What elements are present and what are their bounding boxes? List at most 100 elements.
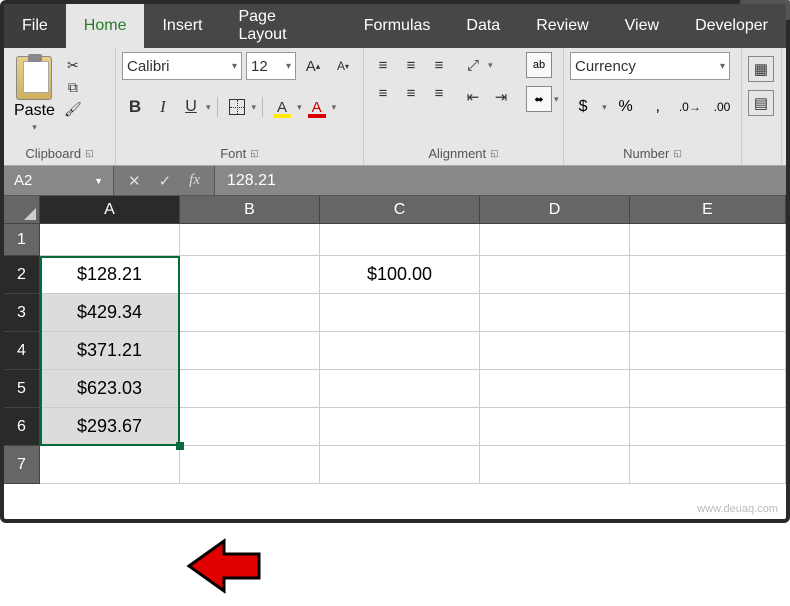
cell[interactable]: $100.00 — [320, 256, 480, 294]
decrease-decimal-button[interactable]: .00 — [709, 94, 735, 120]
bold-button[interactable]: B — [122, 94, 148, 120]
cell[interactable]: $128.21 — [40, 256, 180, 294]
cell[interactable] — [480, 408, 630, 446]
increase-decimal-button[interactable]: .0→ — [677, 94, 703, 120]
cell[interactable] — [480, 256, 630, 294]
cell[interactable] — [320, 446, 480, 484]
cell[interactable] — [480, 446, 630, 484]
percent-format-button[interactable]: % — [613, 94, 639, 120]
font-name-combo[interactable]: Calibri▾ — [122, 52, 242, 80]
tab-page-layout[interactable]: Page Layout — [220, 4, 345, 48]
tab-file[interactable]: File — [4, 4, 66, 48]
align-bottom-icon[interactable]: ≡ — [426, 52, 452, 78]
row-header-6[interactable]: 6 — [4, 408, 40, 446]
increase-indent-icon[interactable]: ⇥ — [488, 84, 514, 110]
col-header-a[interactable]: A — [40, 196, 180, 224]
comma-format-button[interactable]: , — [645, 94, 671, 120]
format-painter-icon[interactable]: 🖌 — [63, 100, 83, 118]
cut-icon[interactable]: ✂ — [63, 56, 83, 74]
cell[interactable] — [180, 224, 320, 256]
cell[interactable] — [320, 332, 480, 370]
align-center-icon[interactable]: ≡ — [398, 80, 424, 106]
cell[interactable] — [630, 408, 786, 446]
formula-input[interactable]: 128.21 — [214, 166, 786, 195]
borders-button[interactable] — [224, 94, 250, 120]
tab-insert[interactable]: Insert — [144, 4, 220, 48]
paste-button[interactable]: Paste ▾ — [10, 52, 59, 137]
tab-review[interactable]: Review — [518, 4, 606, 48]
cell[interactable] — [630, 224, 786, 256]
cell[interactable]: $623.03 — [40, 370, 180, 408]
conditional-formatting-icon[interactable]: ▦ — [748, 56, 774, 82]
cell[interactable]: $371.21 — [40, 332, 180, 370]
font-size-combo[interactable]: 12▾ — [246, 52, 296, 80]
decrease-font-icon[interactable]: A▾ — [330, 53, 356, 79]
row-header-2[interactable]: 2 — [4, 256, 40, 294]
cell[interactable] — [630, 294, 786, 332]
cell[interactable] — [480, 294, 630, 332]
col-header-e[interactable]: E — [630, 196, 786, 224]
cell[interactable] — [320, 294, 480, 332]
decrease-indent-icon[interactable]: ⇤ — [460, 84, 486, 110]
tab-data[interactable]: Data — [448, 4, 518, 48]
align-right-icon[interactable]: ≡ — [426, 80, 452, 106]
cell[interactable] — [180, 294, 320, 332]
tab-developer[interactable]: Developer — [677, 4, 786, 48]
row-header-4[interactable]: 4 — [4, 332, 40, 370]
enter-formula-icon[interactable]: ✓ — [159, 172, 172, 190]
align-middle-icon[interactable]: ≡ — [398, 52, 424, 78]
tab-view[interactable]: View — [607, 4, 677, 48]
format-table-icon[interactable]: ▤ — [748, 90, 774, 116]
row-header-3[interactable]: 3 — [4, 294, 40, 332]
cell[interactable] — [480, 332, 630, 370]
cell[interactable] — [480, 370, 630, 408]
cell[interactable] — [180, 446, 320, 484]
alignment-launcher-icon[interactable]: ◱ — [490, 148, 499, 159]
cancel-formula-icon[interactable]: ✕ — [128, 172, 141, 190]
font-launcher-icon[interactable]: ◱ — [250, 148, 259, 159]
orientation-icon[interactable]: ⤢ — [460, 52, 486, 78]
fill-handle[interactable] — [176, 442, 184, 450]
cell[interactable] — [40, 446, 180, 484]
cell[interactable] — [40, 224, 180, 256]
col-header-b[interactable]: B — [180, 196, 320, 224]
cell[interactable]: $429.34 — [40, 294, 180, 332]
tab-formulas[interactable]: Formulas — [346, 4, 449, 48]
row-header-1[interactable]: 1 — [4, 224, 40, 256]
cell[interactable] — [630, 370, 786, 408]
cell[interactable] — [630, 332, 786, 370]
select-all-corner[interactable] — [4, 196, 40, 224]
fx-icon[interactable]: fx — [189, 172, 200, 189]
number-format-combo[interactable]: Currency▾ — [570, 52, 730, 80]
cell[interactable] — [630, 256, 786, 294]
col-header-d[interactable]: D — [480, 196, 630, 224]
col-header-c[interactable]: C — [320, 196, 480, 224]
cell[interactable] — [180, 370, 320, 408]
underline-button[interactable]: U — [178, 94, 204, 120]
cell[interactable] — [180, 332, 320, 370]
name-box[interactable]: A2▼ — [4, 166, 114, 195]
fill-color-button[interactable]: A — [269, 94, 295, 120]
row-header-7[interactable]: 7 — [4, 446, 40, 484]
number-launcher-icon[interactable]: ◱ — [673, 148, 682, 159]
cell[interactable] — [320, 408, 480, 446]
cell[interactable]: $293.67 — [40, 408, 180, 446]
font-color-button[interactable]: A — [304, 94, 330, 120]
align-left-icon[interactable]: ≡ — [370, 80, 396, 106]
row-header-5[interactable]: 5 — [4, 370, 40, 408]
copy-icon[interactable]: ⧉ — [63, 78, 83, 96]
cell[interactable] — [630, 446, 786, 484]
cell[interactable] — [320, 370, 480, 408]
spreadsheet-grid[interactable]: A B C D E 1 2 $128.21 $100.00 3 $429.34 4… — [4, 196, 786, 484]
cell[interactable] — [180, 256, 320, 294]
cell[interactable] — [180, 408, 320, 446]
wrap-text-button[interactable]: ab — [526, 52, 552, 78]
accounting-format-button[interactable]: $ — [570, 94, 596, 120]
cell[interactable] — [320, 224, 480, 256]
merge-center-button[interactable]: ⬌ — [526, 86, 552, 112]
clipboard-launcher-icon[interactable]: ◱ — [85, 148, 94, 159]
increase-font-icon[interactable]: A▴ — [300, 53, 326, 79]
tab-home[interactable]: Home — [66, 4, 145, 48]
italic-button[interactable]: I — [150, 94, 176, 120]
align-top-icon[interactable]: ≡ — [370, 52, 396, 78]
